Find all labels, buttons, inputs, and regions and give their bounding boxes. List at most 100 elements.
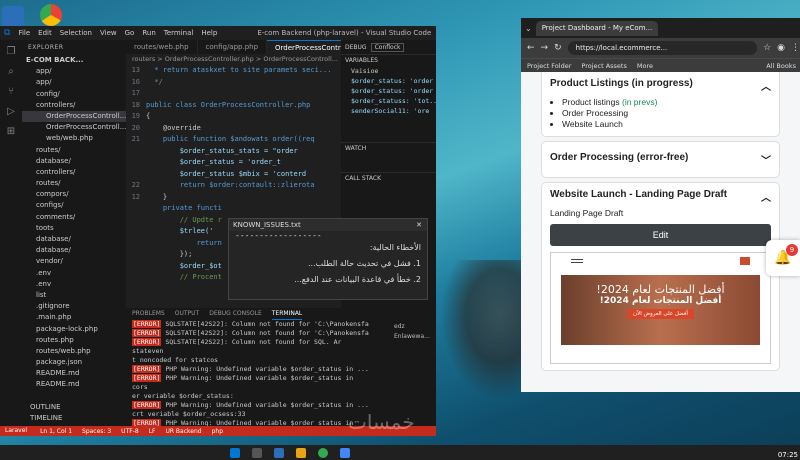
terminal-instance[interactable]: Enlawewa... [394,332,430,342]
file-tree-item[interactable]: app/ [22,77,126,88]
file-tree-item[interactable]: package.json [22,357,126,368]
menu-item[interactable]: Edit [38,29,52,37]
chevron-down-icon[interactable]: ﹀ [761,152,771,167]
back-icon[interactable]: ← [527,43,535,53]
taskbar-search-icon[interactable] [252,447,262,458]
search-icon[interactable]: ⌕ [8,66,14,77]
outline-section[interactable]: OUTLINE [22,402,126,413]
code-line[interactable]: 20 @override [126,123,341,135]
file-tree-item[interactable]: database/ [22,245,126,256]
status-item[interactable]: Spaces: 3 [82,428,111,435]
variable-entry[interactable]: senderSocial11: 'ore [341,106,436,116]
edit-button[interactable]: Edit [550,224,771,246]
debug-config-select[interactable]: Conflock [370,42,405,52]
file-tree-item[interactable]: .gitignore [22,301,126,312]
editor-tab[interactable]: routes/web.php [126,40,198,54]
code-line[interactable]: 19 { [126,111,341,123]
menu-item[interactable]: Run [142,29,155,37]
reload-icon[interactable]: ↻ [554,43,562,53]
file-tree-item[interactable]: .main.php [22,312,126,323]
menu-item[interactable]: File [18,29,30,37]
file-tree-item[interactable]: database/ [22,234,126,245]
file-tree-item[interactable]: README.md [22,379,126,390]
project-root[interactable]: E-COM BACK... [22,55,126,66]
file-tree-item[interactable]: routes/ [22,178,126,189]
code-line[interactable]: private functi [126,203,341,215]
editor-tab[interactable]: OrderProcessController.php [267,40,341,54]
code-line[interactable]: 16 */ [126,77,341,89]
menu-icon[interactable]: ⋮ [791,43,800,53]
extensions-icon[interactable]: ⊞ [7,126,15,137]
variable-entry[interactable]: $order_status: 'order [341,76,436,86]
terminal-output[interactable]: [ERROR] SQLSTATE[42S22]: Column not foun… [126,320,376,426]
panel-tab[interactable]: DEBUG CONSOLE [209,308,262,320]
file-tree-item[interactable]: web/web.php [22,133,126,144]
hamburger-icon[interactable] [571,259,583,263]
editor-tab[interactable]: config/app.php [198,40,268,54]
menu-item[interactable]: View [100,29,117,37]
status-item[interactable]: LF [149,428,156,435]
code-line[interactable]: $order_status_stats = "order [126,146,341,158]
call-stack-header[interactable]: CALL STACK [341,172,436,184]
bookmark-item[interactable]: More [637,62,653,70]
variable-entry[interactable]: $order_statuss: 'tot... [341,96,436,106]
chevron-up-icon[interactable]: ︿ [761,78,771,93]
code-line[interactable]: 22 return $order:contault::zlierota [126,180,341,192]
bookmark-star-icon[interactable]: ☆ [763,43,771,53]
variables-header[interactable]: VARIABLES [341,54,436,66]
code-line[interactable]: 17 [126,88,341,100]
file-tree-item[interactable]: OrderProcessControll... [22,110,126,123]
file-tree-item[interactable]: configs/ [22,200,126,211]
explorer-icon[interactable]: ❐ [7,46,16,57]
panel-tab[interactable]: OUTPUT [175,308,199,320]
bookmark-item[interactable]: Project Assets [581,62,626,70]
status-item[interactable]: UTF-8 [121,428,139,435]
status-item[interactable]: UR Backend [165,428,201,435]
status-item[interactable]: php [212,428,223,435]
file-tree-item[interactable]: .env [22,268,126,279]
close-icon[interactable]: ✕ [416,219,422,231]
chrome-icon[interactable] [40,4,62,26]
file-tree-item[interactable]: routes.php [22,335,126,346]
timeline-section[interactable]: TIMELINE [22,413,126,424]
file-tree-item[interactable]: package-lock.php [22,324,126,335]
panel-tab[interactable]: TERMINAL [271,308,303,320]
tab-search-icon[interactable]: ⌄ [525,24,532,33]
code-line[interactable]: 12 } [126,192,341,204]
menu-item[interactable]: Go [125,29,135,37]
desktop-icon-vscode[interactable] [2,6,24,28]
file-tree-item[interactable]: comments/ [22,212,126,223]
remote-indicator[interactable]: Laravel [0,426,33,436]
file-tree-item[interactable]: database/ [22,156,126,167]
file-tree-item[interactable]: config/ [22,89,126,100]
code-line[interactable]: $order_status = 'order_t [126,157,341,169]
notification-bell[interactable]: 🔔 9 [766,240,800,276]
browser-tab[interactable]: Project Dashboard - My eCom... [535,20,659,36]
file-tree-item[interactable]: routes/web.php [22,346,126,357]
file-tree-item[interactable]: README.md [22,368,126,379]
code-line[interactable]: $order_status $mbix = 'conterd [126,169,341,181]
menu-item[interactable]: Help [201,29,217,37]
taskbar-folder-icon[interactable] [296,447,306,458]
forward-icon[interactable]: → [541,43,549,53]
hero-cta-button[interactable]: أفضل على العروض الآن [627,309,694,319]
status-item[interactable]: Ln 1, Col 1 [40,428,72,435]
file-tree-item[interactable]: toots [22,223,126,234]
source-control-icon[interactable]: ⑂ [8,86,14,97]
variables-scope[interactable]: Vaisioe [341,66,436,76]
file-tree-item[interactable]: .env [22,279,126,290]
profile-icon[interactable]: ◉ [777,43,785,53]
file-tree-item[interactable]: controllers/ [22,167,126,178]
card-order-processing[interactable]: Order Processing (error-free) ﹀ [541,141,780,178]
code-line[interactable]: 18 public class OrderProcessController.ph… [126,100,341,112]
panel-tab[interactable]: PROBLEMS [132,308,165,320]
file-tree-item[interactable]: OrderProcessControll... [22,122,126,133]
taskbar-chrome-icon[interactable] [318,447,328,458]
breadcrumb[interactable]: routers > OrderProcessController.php > O… [126,54,341,65]
bookmark-item[interactable]: Project Folder [527,62,571,70]
start-icon[interactable] [230,447,240,458]
address-bar[interactable]: https://local.ecommerce... [567,41,758,55]
file-tree-item[interactable]: app/ [22,66,126,77]
taskbar-app-icon[interactable] [340,447,350,458]
code-line[interactable]: 21 public function $andowats order((req [126,134,341,146]
